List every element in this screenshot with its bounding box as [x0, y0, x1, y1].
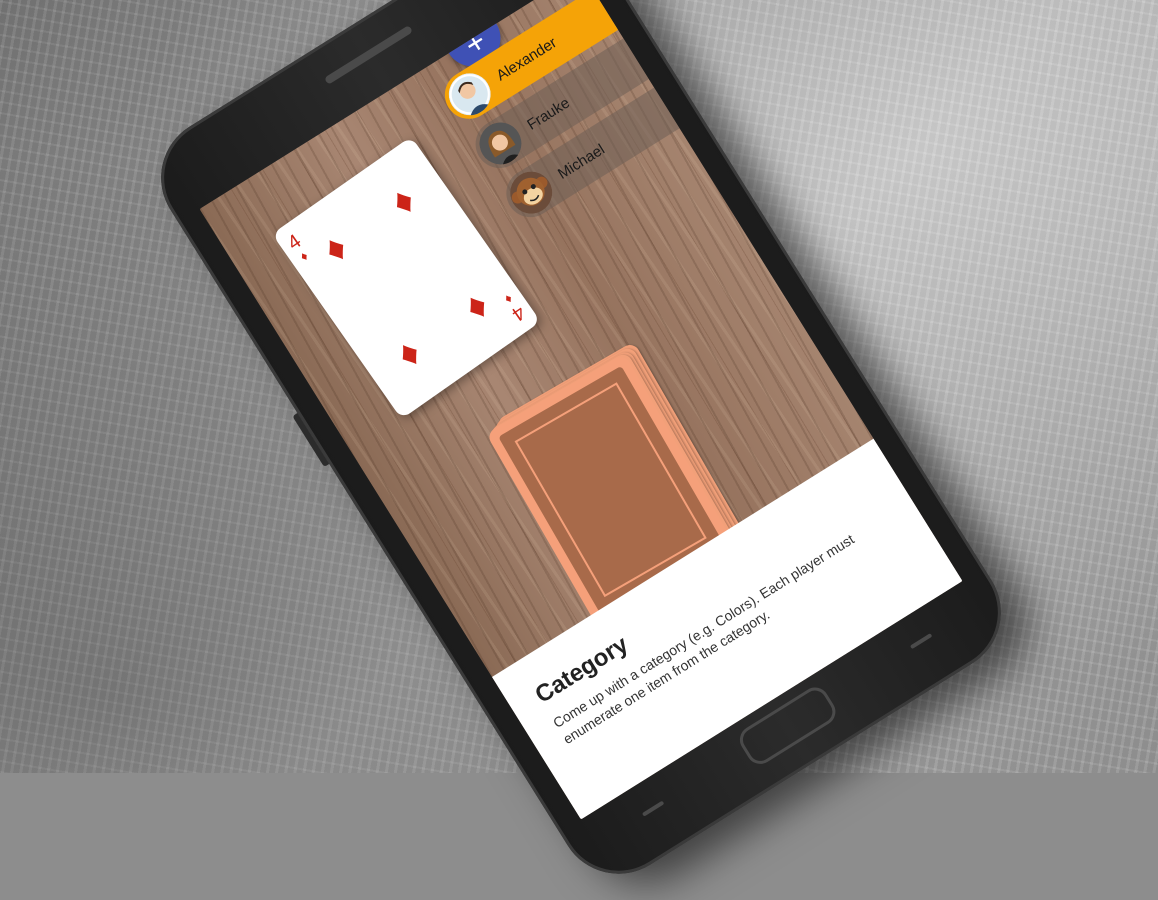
man-avatar-icon	[441, 65, 499, 123]
playing-card-4-of-diamonds[interactable]: 4 ♦ ♦ ♦ ♦ ♦ 4 ♦	[271, 136, 541, 420]
diamond-icon: ♦	[501, 291, 516, 308]
card-corner-top: 4 ♦	[284, 230, 312, 265]
woman-avatar-icon	[472, 115, 530, 173]
card-corner-bottom: 4 ♦	[500, 291, 529, 325]
phone-speaker	[323, 25, 414, 85]
diamond-icon: ♦	[315, 226, 356, 272]
monkey-avatar-icon	[502, 164, 560, 222]
diamond-icon: ♦	[456, 283, 497, 330]
diamond-icon: ♦	[296, 248, 311, 265]
player-name: Michael	[554, 140, 608, 183]
player-name: Frauke	[523, 94, 573, 134]
diamond-icon: ♦	[389, 331, 430, 377]
back-key[interactable]	[641, 800, 665, 817]
diamond-icon: ♦	[383, 178, 424, 225]
recent-apps-key[interactable]	[909, 633, 933, 650]
player-name: Alexander	[493, 33, 560, 84]
